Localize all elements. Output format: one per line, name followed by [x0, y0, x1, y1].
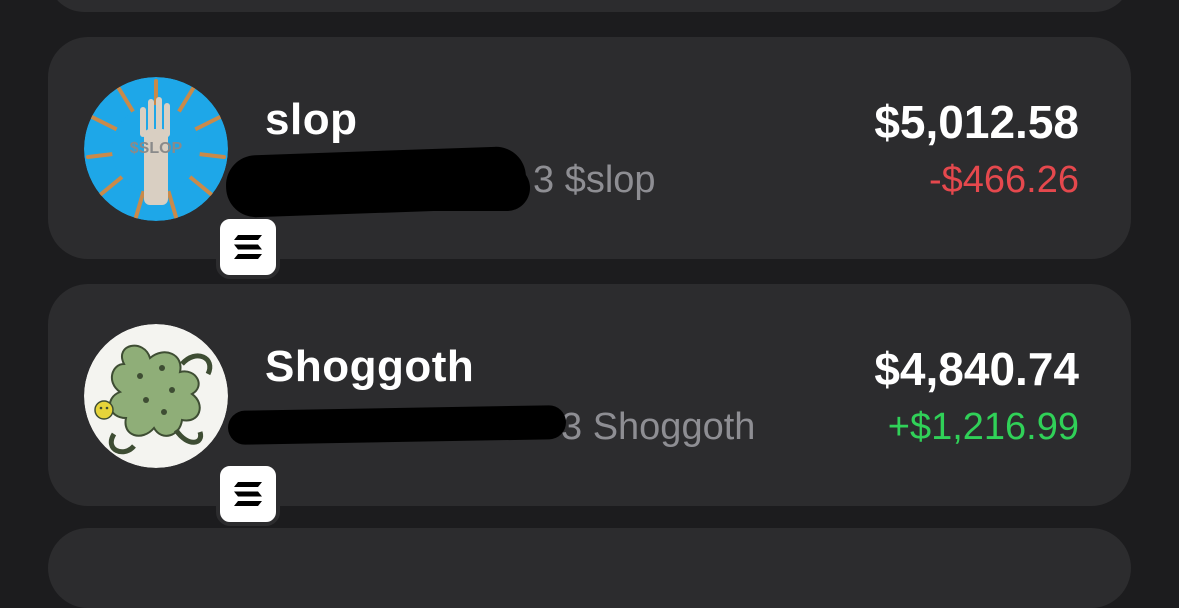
- chain-badge: [216, 462, 280, 526]
- shoggoth-logo-image: [84, 324, 228, 468]
- chain-badge: [216, 215, 280, 279]
- token-logo-slop: $SLOP: [84, 77, 280, 279]
- asset-card-partial-bottom[interactable]: [48, 528, 1131, 608]
- asset-change: +$1,216.99: [887, 406, 1079, 448]
- asset-value: $5,012.58: [874, 96, 1079, 148]
- solana-icon: [234, 235, 262, 259]
- asset-card-slop[interactable]: $SLOP slop 3 $slop $5,012.58 -$466.26: [48, 37, 1131, 279]
- asset-card-shoggoth[interactable]: Shoggoth 3 Shoggoth $4,840.74 +$1,216.99: [48, 284, 1131, 526]
- redaction-mark: [227, 405, 567, 445]
- token-logo-shoggoth: [84, 324, 280, 526]
- asset-card-partial-top[interactable]: [48, 0, 1131, 12]
- redaction-mark: [260, 165, 530, 211]
- asset-name: Shoggoth: [265, 342, 475, 391]
- svg-text:$SLOP: $SLOP: [130, 140, 183, 157]
- solana-icon: [234, 482, 262, 506]
- asset-change: -$466.26: [928, 159, 1079, 201]
- asset-name: slop: [265, 95, 358, 144]
- asset-value: $4,840.74: [874, 343, 1079, 395]
- slop-logo-image: $SLOP: [84, 77, 228, 221]
